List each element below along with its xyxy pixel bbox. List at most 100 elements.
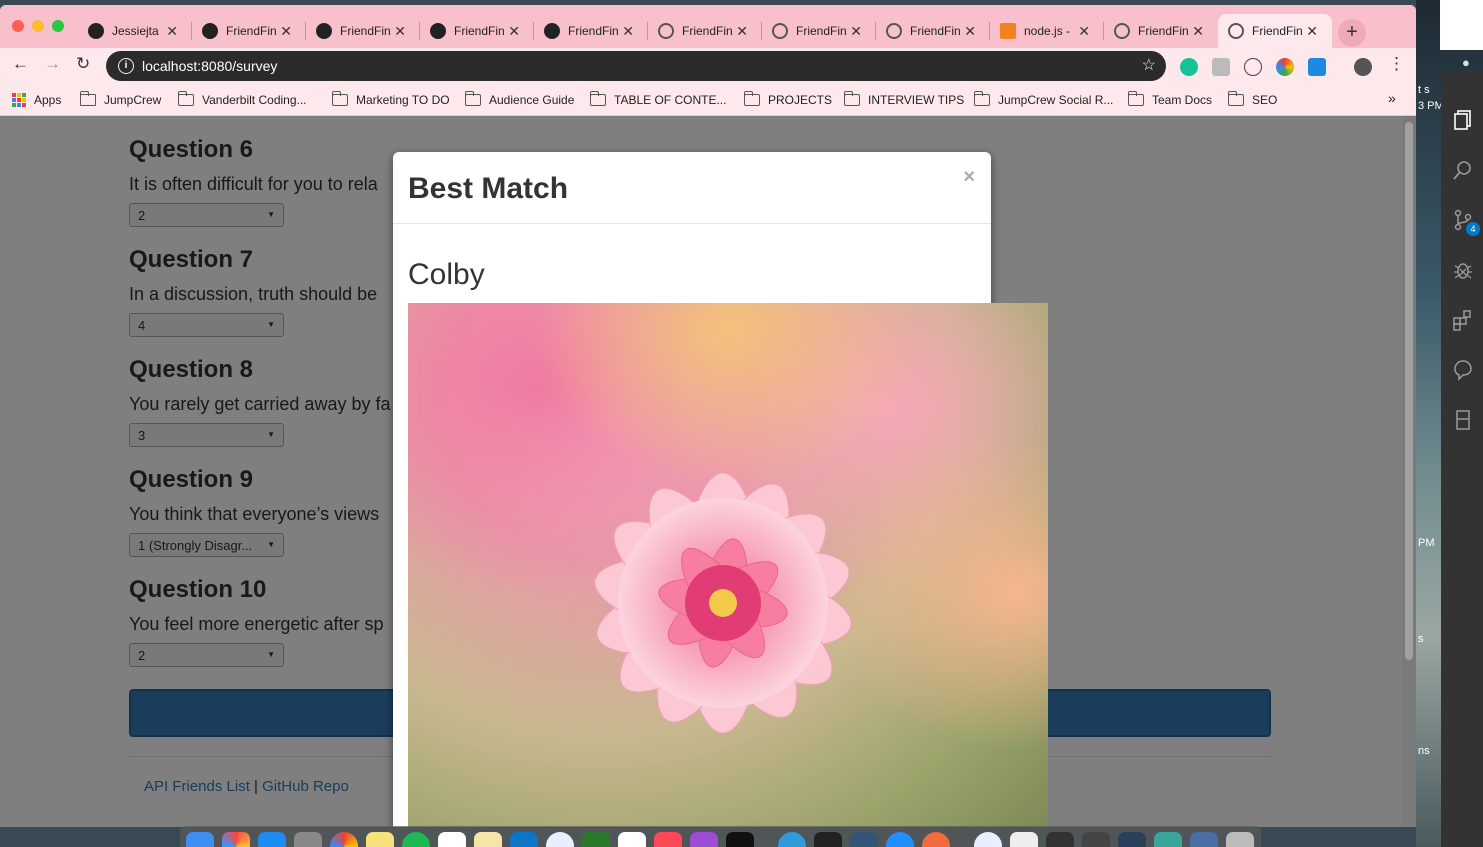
bookmarks-overflow-button[interactable]: » <box>1388 90 1396 106</box>
postman-icon[interactable] <box>922 832 950 847</box>
bookmark-label: JumpCrew Social R... <box>998 93 1114 107</box>
gitkraken-icon[interactable] <box>582 832 610 847</box>
onepassword-icon[interactable] <box>1244 58 1262 76</box>
browser-tab[interactable]: FriendFin ✕ <box>306 14 420 48</box>
close-tab-icon[interactable]: ✕ <box>1192 23 1204 40</box>
bookmark-folder[interactable]: JumpCrew Social R... <box>974 91 1114 107</box>
debug-icon[interactable] <box>1451 258 1475 282</box>
browser-tab[interactable]: FriendFin ✕ <box>762 14 876 48</box>
tab-label: FriendFin <box>910 24 961 38</box>
page-scrollbar[interactable] <box>1402 116 1416 827</box>
close-icon[interactable]: × <box>963 166 975 189</box>
search-icon[interactable] <box>1451 158 1475 182</box>
minimize-window-button[interactable] <box>32 20 44 32</box>
reload-icon[interactable]: ↻ <box>76 54 90 74</box>
browser-tab[interactable]: FriendFin ✕ <box>420 14 534 48</box>
bookmark-folder[interactable]: Marketing TO DO <box>332 91 450 107</box>
podcasts-icon[interactable] <box>690 832 718 847</box>
globe-icon <box>658 23 674 39</box>
close-tab-icon[interactable]: ✕ <box>964 23 976 40</box>
browser-tab[interactable]: FriendFin ✕ <box>534 14 648 48</box>
bookmark-label: Vanderbilt Coding... <box>202 93 307 107</box>
close-tab-icon[interactable]: ✕ <box>394 23 406 40</box>
profile-avatar[interactable] <box>1354 58 1372 76</box>
bookmark-folder[interactable]: INTERVIEW TIPS <box>844 91 965 107</box>
bookmark-folder[interactable]: TABLE OF CONTE... <box>590 91 726 107</box>
vscode-icon[interactable] <box>510 832 538 847</box>
safari-icon[interactable] <box>886 832 914 847</box>
new-tab-button[interactable]: + <box>1338 19 1366 47</box>
notes-icon[interactable] <box>366 832 394 847</box>
close-tab-icon[interactable]: ✕ <box>166 23 178 40</box>
close-tab-icon[interactable]: ✕ <box>280 23 292 40</box>
back-icon[interactable]: ← <box>12 54 29 74</box>
bookmark-apps[interactable]: Apps <box>12 93 61 107</box>
color-picker-icon[interactable] <box>1276 58 1294 76</box>
bookmark-label: INTERVIEW TIPS <box>868 93 965 107</box>
globe-icon <box>886 23 902 39</box>
apple-tv-icon[interactable] <box>726 832 754 847</box>
terminal-icon[interactable] <box>814 832 842 847</box>
remote-explorer-icon[interactable] <box>1451 408 1475 432</box>
app-store-icon[interactable] <box>258 832 286 847</box>
browser-tab[interactable]: FriendFin ✕ <box>648 14 762 48</box>
close-tab-icon[interactable]: ✕ <box>508 23 520 40</box>
close-tab-icon[interactable]: ✕ <box>736 23 748 40</box>
wireshark-icon[interactable] <box>850 832 878 847</box>
site-info-icon[interactable]: i <box>118 58 134 74</box>
url-text[interactable]: localhost:8080/survey <box>142 58 277 74</box>
spotify-icon[interactable] <box>402 832 430 847</box>
grammarly-icon[interactable] <box>1180 58 1198 76</box>
apple-icon[interactable]: ● <box>1462 55 1470 70</box>
bookmark-folder[interactable]: Audience Guide <box>465 91 574 107</box>
onepassword-icon[interactable] <box>546 832 574 847</box>
bookmark-folder[interactable]: Team Docs <box>1128 91 1212 107</box>
scrollbar-thumb[interactable] <box>1405 122 1413 660</box>
trash-icon[interactable] <box>1226 832 1254 847</box>
browser-tab[interactable]: FriendFin ✕ <box>876 14 990 48</box>
forward-icon[interactable]: → <box>44 54 61 74</box>
messenger-icon[interactable] <box>778 832 806 847</box>
bookmark-folder[interactable]: Vanderbilt Coding... <box>178 91 307 107</box>
window-thumbnail[interactable] <box>1190 832 1218 847</box>
window-thumbnail[interactable] <box>1118 832 1146 847</box>
browser-tab[interactable]: FriendFin ✕ <box>192 14 306 48</box>
extensions-icon[interactable] <box>1451 308 1475 332</box>
bookmark-folder[interactable]: PROJECTS <box>744 91 832 107</box>
calendar-icon[interactable] <box>618 832 646 847</box>
close-window-button[interactable] <box>12 20 24 32</box>
onepassword-mini-icon[interactable] <box>974 832 1002 847</box>
address-bar[interactable]: i localhost:8080/survey ☆ <box>106 51 1166 81</box>
s-extension-icon[interactable] <box>1308 58 1326 76</box>
window-thumbnail[interactable] <box>1154 832 1182 847</box>
source-control-badge: 4 <box>1466 222 1480 236</box>
news-icon[interactable] <box>654 832 682 847</box>
browser-tab[interactable]: Jessiejta ✕ <box>78 14 192 48</box>
close-tab-icon[interactable]: ✕ <box>850 23 862 40</box>
menu-kebab-icon[interactable]: ⋮ <box>1388 54 1405 74</box>
bookmark-item[interactable]: JumpCrew <box>80 91 161 107</box>
explorer-icon[interactable] <box>1451 108 1475 132</box>
camera-icon[interactable] <box>1212 58 1230 76</box>
tab-label: FriendFin <box>1138 24 1189 38</box>
system-preferences-icon[interactable] <box>294 832 322 847</box>
liveshare-icon[interactable] <box>1451 358 1475 382</box>
close-tab-icon[interactable]: ✕ <box>1306 23 1318 40</box>
browser-tab[interactable]: node.js - ✕ <box>990 14 1104 48</box>
bookmark-folder[interactable]: SEO <box>1228 91 1277 107</box>
close-tab-icon[interactable]: ✕ <box>622 23 634 40</box>
maximize-window-button[interactable] <box>52 20 64 32</box>
close-tab-icon[interactable]: ✕ <box>1078 23 1090 40</box>
globe-icon <box>1114 23 1130 39</box>
stickies-icon[interactable] <box>474 832 502 847</box>
window-thumbnail[interactable] <box>1046 832 1074 847</box>
finder-icon[interactable] <box>186 832 214 847</box>
bookmark-star-icon[interactable]: ☆ <box>1142 55 1156 75</box>
window-thumbnail[interactable] <box>1082 832 1110 847</box>
chrome-icon[interactable] <box>330 832 358 847</box>
browser-tab[interactable]: FriendFin ✕ <box>1104 14 1218 48</box>
document-icon[interactable] <box>1010 832 1038 847</box>
browser-tab-active[interactable]: FriendFin ✕ <box>1218 14 1332 48</box>
photos-icon[interactable] <box>222 832 250 847</box>
slack-icon[interactable] <box>438 832 466 847</box>
